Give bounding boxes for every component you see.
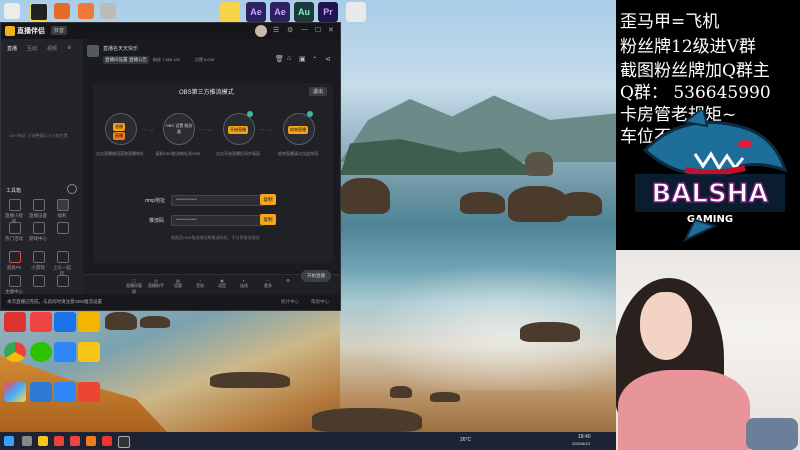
app-icon[interactable] bbox=[54, 342, 76, 362]
step-4-caption: 结束直播请点击此按钮 bbox=[278, 151, 318, 156]
trash-icon[interactable]: 🗑 bbox=[275, 55, 284, 63]
sea-rock bbox=[520, 322, 580, 342]
app-icon[interactable] bbox=[346, 2, 366, 22]
taskbar: 26°C 18:40 2022/6/13 bbox=[0, 432, 616, 450]
screen-icon[interactable]: ▣ bbox=[299, 55, 306, 63]
wechat-icon[interactable] bbox=[30, 342, 52, 362]
file-icon[interactable] bbox=[220, 2, 240, 22]
sea-rock bbox=[560, 192, 602, 216]
arrow-icon: - - → bbox=[199, 127, 213, 133]
overlay-line-3: 截图粉丝牌加Q群主 bbox=[620, 61, 770, 81]
start-live-button[interactable]: 开始直播 bbox=[301, 270, 331, 282]
webcam-feed bbox=[616, 250, 800, 450]
app-icon[interactable] bbox=[70, 436, 80, 446]
beach-rock bbox=[312, 408, 422, 432]
desktop-icons bbox=[0, 0, 130, 432]
menu-icon[interactable]: ☰ bbox=[273, 26, 279, 34]
obs-hint: 粘贴至OBS推流地址和推流码处，不分享推流地址 bbox=[171, 235, 260, 240]
sea-rock bbox=[340, 178, 390, 214]
search-icon[interactable] bbox=[22, 436, 32, 446]
step-3-caption: 点击开始直播后同步画面 bbox=[216, 151, 260, 156]
close-icon[interactable]: ✕ bbox=[328, 26, 334, 34]
step-2-caption: 复制OBS推流地址到OBS bbox=[155, 151, 201, 156]
windows-start-icon[interactable] bbox=[4, 436, 14, 446]
toolbar-assistant[interactable]: ◎ 直播助手 bbox=[147, 278, 165, 289]
step-3-badge bbox=[247, 111, 253, 117]
exit-obs-mode-button[interactable]: 退出 bbox=[309, 87, 328, 96]
beach-rock bbox=[430, 392, 460, 402]
avatar[interactable] bbox=[255, 25, 267, 37]
room-likes: 点赞 6,035 bbox=[195, 57, 215, 62]
after-effects-icon[interactable]: Ae bbox=[270, 2, 290, 22]
toolbar-sound[interactable]: ♪ 音效 bbox=[191, 278, 209, 289]
sea-rock bbox=[525, 152, 553, 176]
lock-icon[interactable]: ⌂ bbox=[287, 55, 291, 62]
sea-rock bbox=[460, 192, 505, 214]
beach-rock bbox=[140, 316, 170, 328]
stats-link[interactable]: 统计中心 bbox=[281, 299, 299, 305]
maximize-icon[interactable]: ☐ bbox=[315, 26, 321, 34]
app-icon[interactable] bbox=[4, 382, 26, 402]
beach-rock bbox=[210, 372, 290, 388]
stream-key-input[interactable]: •••••••••••• bbox=[171, 215, 265, 226]
toolbar-link[interactable]: ◐ 连线 bbox=[235, 278, 253, 289]
game-controller bbox=[746, 418, 798, 450]
arrow-icon: - - → bbox=[141, 127, 155, 133]
stream-key-label: 推流码 bbox=[149, 218, 165, 224]
mascot-word: BALSHA bbox=[651, 179, 768, 209]
toolbar-voice[interactable]: ◉ 语音 bbox=[213, 278, 231, 289]
app-icon[interactable] bbox=[78, 382, 100, 402]
app-icon[interactable] bbox=[30, 382, 52, 402]
chrome-icon[interactable] bbox=[4, 342, 26, 362]
clock-time[interactable]: 18:40 bbox=[578, 434, 591, 440]
audition-icon[interactable]: Au bbox=[294, 2, 314, 22]
room-notice-tag[interactable]: 直播公告 bbox=[127, 56, 149, 64]
after-effects-icon[interactable]: Ae bbox=[246, 2, 266, 22]
end-live-step-button[interactable]: 结束直播 bbox=[288, 126, 308, 134]
step-4-badge bbox=[307, 111, 313, 117]
share-icon[interactable]: ⋖ bbox=[325, 55, 331, 63]
premiere-icon[interactable]: Pr bbox=[318, 2, 338, 22]
streamer-face bbox=[640, 292, 692, 360]
toolbar-topic[interactable]: ▤ 话题 bbox=[169, 278, 187, 289]
start-live-step-button[interactable]: 开始直播 bbox=[228, 126, 248, 134]
app-icon[interactable] bbox=[54, 312, 76, 332]
folder-icon[interactable] bbox=[38, 436, 48, 446]
app-icon[interactable] bbox=[118, 436, 130, 448]
wallpaper-waves bbox=[340, 250, 616, 390]
overlay-line-2: 粉丝牌12级进V群 bbox=[620, 37, 756, 57]
settings-icon[interactable]: ⚙ bbox=[287, 26, 293, 34]
rtmp-address-input[interactable]: •••••••••••• bbox=[171, 195, 265, 206]
folder-icon[interactable] bbox=[78, 342, 100, 362]
obs-mode-title: OBS第三方推流模式 bbox=[179, 90, 234, 96]
shark-mascot-logo: BALSHA GAMING bbox=[635, 110, 788, 243]
app-icon[interactable] bbox=[4, 312, 26, 332]
beach-rock bbox=[390, 386, 412, 398]
app-icon[interactable] bbox=[78, 312, 100, 332]
sea-rock bbox=[508, 186, 568, 222]
streamer-body bbox=[618, 370, 750, 450]
minimize-icon[interactable]: — bbox=[301, 26, 308, 33]
copy-rtmp-button[interactable]: 复制 bbox=[260, 194, 276, 205]
clock-date[interactable]: 2022/6/13 bbox=[572, 441, 590, 446]
weather-text[interactable]: 26°C bbox=[460, 437, 471, 443]
app-icon[interactable] bbox=[86, 436, 96, 446]
app-icon[interactable] bbox=[30, 312, 52, 332]
toolbar-settings-icon[interactable]: ⚙ bbox=[279, 278, 297, 283]
overlay-line-4: Q群： 536645990 bbox=[620, 83, 771, 103]
toolbar-more[interactable]: ⋯ 更多 bbox=[259, 278, 277, 289]
arrow-icon: - - → bbox=[259, 127, 273, 133]
chrome-icon[interactable] bbox=[54, 436, 64, 446]
overlay-line-1: 歪马甲=飞机 bbox=[620, 12, 720, 32]
step-2-label: OBS 设置 服务器 bbox=[165, 123, 193, 134]
room-fans: 粉丝 7,580,100 bbox=[153, 57, 180, 62]
app-icon[interactable] bbox=[102, 436, 112, 446]
notification-icon[interactable]: ◔ bbox=[312, 55, 316, 62]
shield-icon[interactable] bbox=[54, 382, 76, 402]
rtmp-label: rtmp地址 bbox=[145, 198, 166, 204]
copy-stream-key-button[interactable]: 复制 bbox=[260, 214, 276, 225]
help-link[interactable]: 帮助中心 bbox=[311, 299, 329, 305]
